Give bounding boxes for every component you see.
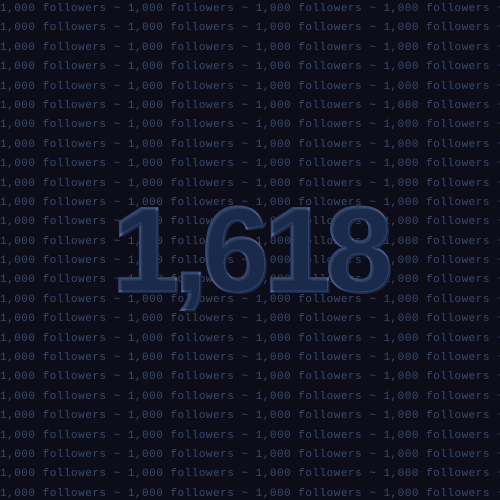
ticker-text: 1,000 followers ~ 1,000 followers ~ 1,00…: [0, 41, 500, 56]
ticker-row: 1,000 followers ~ 1,000 followers ~ 1,00…: [0, 39, 500, 58]
ticker-row: 1,000 followers ~ 1,000 followers ~ 1,00…: [0, 407, 500, 426]
ticker-text: 1,000 followers ~ 1,000 followers ~ 1,00…: [0, 138, 500, 153]
ticker-text: 1,000 followers ~ 1,000 followers ~ 1,00…: [0, 467, 500, 482]
ticker-row: 1,000 followers ~ 1,000 followers ~ 1,00…: [0, 427, 500, 446]
ticker-text: 1,000 followers ~ 1,000 followers ~ 1,00…: [0, 157, 500, 172]
ticker-row: 1,000 followers ~ 1,000 followers ~ 1,00…: [0, 485, 500, 500]
ticker-text: 1,000 followers ~ 1,000 followers ~ 1,00…: [0, 370, 500, 385]
ticker-text: 1,000 followers ~ 1,000 followers ~ 1,00…: [0, 390, 500, 405]
number-overlay: 1,618: [112, 181, 387, 319]
ticker-row: 1,000 followers ~ 1,000 followers ~ 1,00…: [0, 97, 500, 116]
ticker-row: 1,000 followers ~ 1,000 followers ~ 1,00…: [0, 446, 500, 465]
ticker-row: 1,000 followers ~ 1,000 followers ~ 1,00…: [0, 349, 500, 368]
ticker-text: 1,000 followers ~ 1,000 followers ~ 1,00…: [0, 448, 500, 463]
ticker-text: 1,000 followers ~ 1,000 followers ~ 1,00…: [0, 21, 500, 36]
ticker-text: 1,000 followers ~ 1,000 followers ~ 1,00…: [0, 487, 500, 500]
ticker-row: 1,000 followers ~ 1,000 followers ~ 1,00…: [0, 0, 500, 19]
ticker-text: 1,000 followers ~ 1,000 followers ~ 1,00…: [0, 60, 500, 75]
ticker-row: 1,000 followers ~ 1,000 followers ~ 1,00…: [0, 78, 500, 97]
ticker-row: 1,000 followers ~ 1,000 followers ~ 1,00…: [0, 155, 500, 174]
ticker-text: 1,000 followers ~ 1,000 followers ~ 1,00…: [0, 80, 500, 95]
ticker-text: 1,000 followers ~ 1,000 followers ~ 1,00…: [0, 118, 500, 133]
ticker-row: 1,000 followers ~ 1,000 followers ~ 1,00…: [0, 116, 500, 135]
ticker-row: 1,000 followers ~ 1,000 followers ~ 1,00…: [0, 330, 500, 349]
ticker-text: 1,000 followers ~ 1,000 followers ~ 1,00…: [0, 332, 500, 347]
ticker-text: 1,000 followers ~ 1,000 followers ~ 1,00…: [0, 2, 500, 17]
ticker-row: 1,000 followers ~ 1,000 followers ~ 1,00…: [0, 19, 500, 38]
ticker-text: 1,000 followers ~ 1,000 followers ~ 1,00…: [0, 409, 500, 424]
ticker-row: 1,000 followers ~ 1,000 followers ~ 1,00…: [0, 368, 500, 387]
ticker-row: 1,000 followers ~ 1,000 followers ~ 1,00…: [0, 136, 500, 155]
ticker-text: 1,000 followers ~ 1,000 followers ~ 1,00…: [0, 99, 500, 114]
ticker-row: 1,000 followers ~ 1,000 followers ~ 1,00…: [0, 388, 500, 407]
big-number: 1,618: [112, 181, 387, 319]
ticker-row: 1,000 followers ~ 1,000 followers ~ 1,00…: [0, 465, 500, 484]
ticker-text: 1,000 followers ~ 1,000 followers ~ 1,00…: [0, 351, 500, 366]
ticker-text: 1,000 followers ~ 1,000 followers ~ 1,00…: [0, 429, 500, 444]
ticker-row: 1,000 followers ~ 1,000 followers ~ 1,00…: [0, 58, 500, 77]
